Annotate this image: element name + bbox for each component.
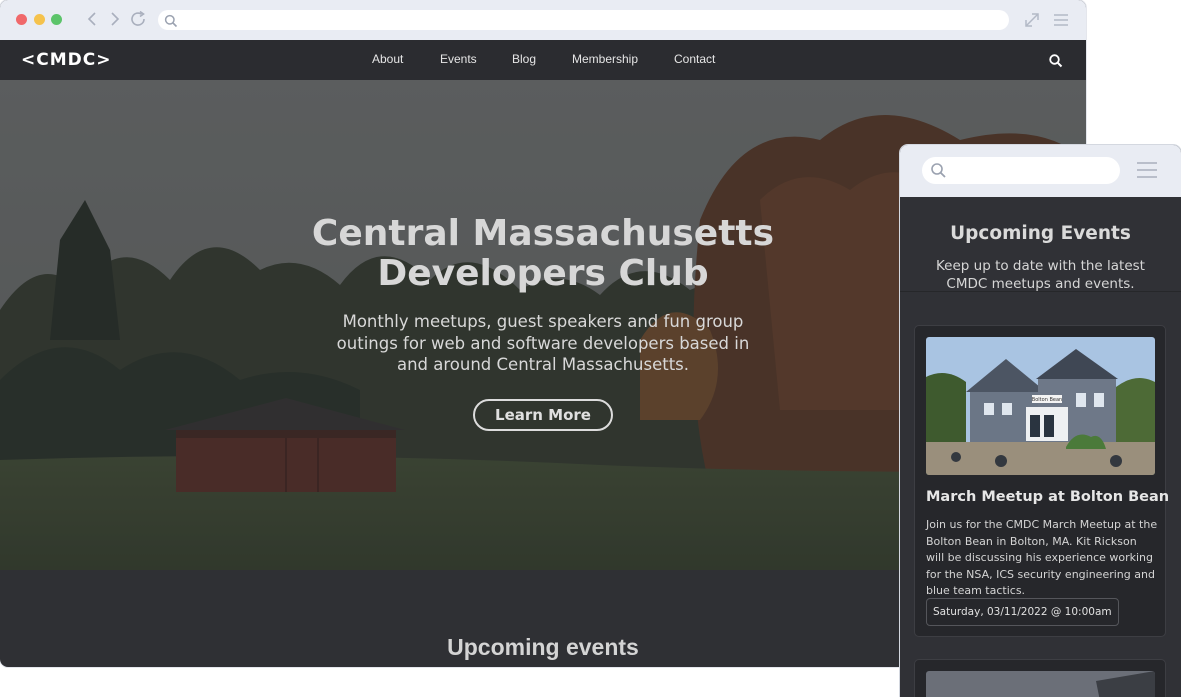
learn-more-button[interactable]: Learn More [473,399,613,431]
nav-link-contact[interactable]: Contact [674,52,715,66]
hamburger-menu-icon[interactable] [1136,160,1158,180]
nav-link-about[interactable]: About [372,52,403,66]
address-bar[interactable] [158,10,1009,30]
mobile-browser-toolbar [900,145,1181,197]
upcoming-events-heading: Upcoming events [447,634,639,660]
search-icon [164,13,178,28]
reload-icon[interactable] [128,9,148,29]
window-close-button[interactable] [16,14,27,25]
event-image [926,671,1155,697]
chevron-left-icon[interactable] [83,9,103,29]
event-card[interactable] [914,659,1166,697]
sign-text: Bolton Bean [1032,397,1062,403]
hero-subtitle: Monthly meetups, guest speakers and fun … [336,312,750,374]
search-icon[interactable] [1048,53,1064,69]
event-title[interactable]: March Meetup at Bolton Bean [926,489,1169,505]
mobile-address-bar[interactable] [922,157,1120,184]
window-maximize-button[interactable] [51,14,62,25]
mobile-events-heading: Upcoming Events [950,223,1131,244]
event-image: Bolton Bean [926,337,1155,475]
site-logo[interactable]: <CMDC> [21,50,111,70]
window-minimize-button[interactable] [34,14,45,25]
mobile-browser-window: Upcoming Events Keep up to date with the… [900,145,1181,697]
search-icon [930,162,947,179]
expand-icon[interactable] [1022,10,1042,30]
mobile-events-subheading: Keep up to date with the latest CMDC mee… [936,258,1145,292]
event-description: Join us for the CMDC March Meetup at the… [926,518,1158,597]
hero-title: Central Massachusetts Developers Club [311,213,775,294]
section-divider [900,291,1181,292]
browser-toolbar [0,0,1086,40]
hamburger-menu-icon[interactable] [1051,10,1071,30]
nav-link-membership[interactable]: Membership [572,52,638,66]
site-navbar: <CMDC> About Events Blog Membership Cont… [0,40,1086,80]
chevron-right-icon[interactable] [105,9,125,29]
event-card[interactable]: Bolton Bean March Meetup at Bolton Bean … [914,325,1169,637]
nav-link-blog[interactable]: Blog [512,52,536,66]
nav-link-events[interactable]: Events [440,52,477,66]
event-date-badge: Saturday, 03/11/2022 @ 10:00am [926,598,1119,626]
